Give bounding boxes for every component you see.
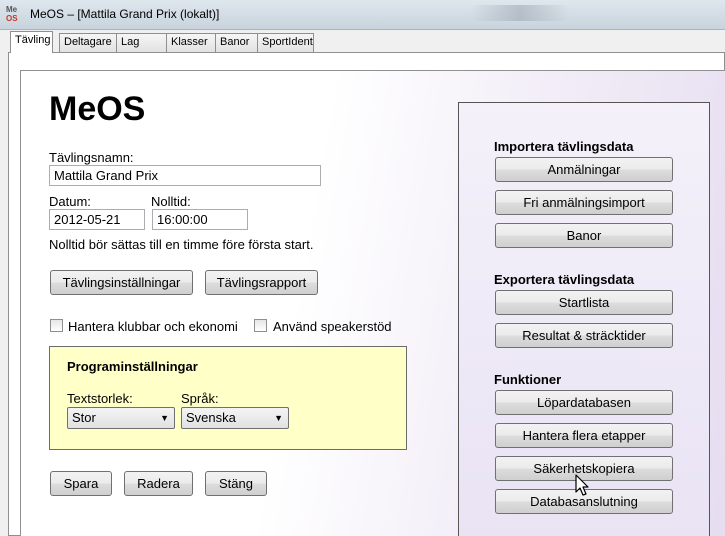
export-heading: Exportera tävlingsdata	[494, 272, 635, 287]
zero-time-input[interactable]: 16:00:00	[152, 209, 248, 230]
competition-report-button[interactable]: Tävlingsrapport	[205, 270, 318, 295]
competition-settings-button[interactable]: Tävlingsinställningar	[50, 270, 193, 295]
clubs-economy-checkbox[interactable]	[50, 319, 63, 332]
delete-button[interactable]: Radera	[124, 471, 193, 496]
date-label: Datum:	[49, 194, 91, 209]
tab-banor[interactable]: Banor	[215, 33, 258, 52]
competition-name-input[interactable]: Mattila Grand Prix	[49, 165, 321, 186]
tab-lag[interactable]: Lag	[116, 33, 167, 52]
language-select[interactable]: Svenska ▼	[181, 407, 289, 429]
speaker-checkbox[interactable]	[254, 319, 267, 332]
functions-heading: Funktioner	[494, 372, 562, 387]
title-bar: Me OS MeOS – [Mattila Grand Prix (lokalt…	[0, 0, 725, 30]
import-heading: Importera tävlingsdata	[494, 139, 634, 154]
app-icon-bottom: OS	[6, 14, 18, 23]
app-icon-top: Me	[6, 5, 18, 14]
program-settings-heading: Programinställningar	[67, 359, 198, 374]
close-button[interactable]: Stäng	[205, 471, 267, 496]
tab-deltagare[interactable]: Deltagare	[59, 33, 117, 52]
tab-sportident[interactable]: SportIdent	[257, 33, 314, 52]
blurred-titlebar-area	[470, 5, 570, 21]
save-button[interactable]: Spara	[50, 471, 112, 496]
manage-stages-button[interactable]: Hantera flera etapper	[495, 423, 673, 448]
clubs-economy-label: Hantera klubbar och ekonomi	[68, 319, 238, 334]
text-size-select[interactable]: Stor ▼	[67, 407, 175, 429]
import-entries-button[interactable]: Anmälningar	[495, 157, 673, 182]
zero-time-hint: Nolltid bör sättas till en timme före fö…	[49, 237, 314, 252]
mouse-cursor-icon	[575, 474, 589, 496]
speaker-label: Använd speakerstöd	[273, 319, 392, 334]
date-input[interactable]: 2012-05-21	[49, 209, 145, 230]
meos-app-icon: Me OS	[6, 5, 26, 25]
window-title: MeOS – [Mattila Grand Prix (lokalt)]	[30, 7, 220, 21]
language-value: Svenska	[186, 410, 236, 425]
import-courses-button[interactable]: Banor	[495, 223, 673, 248]
startlist-button[interactable]: Startlista	[495, 290, 673, 315]
language-label: Språk:	[181, 391, 219, 406]
tab-klasser[interactable]: Klasser	[166, 33, 216, 52]
page-title: MeOS	[49, 90, 146, 128]
zero-time-label: Nolltid:	[151, 194, 191, 209]
free-entry-import-button[interactable]: Fri anmälningsimport	[495, 190, 673, 215]
runner-database-button[interactable]: Löpardatabasen	[495, 390, 673, 415]
tab-tavling[interactable]: Tävling	[10, 31, 53, 53]
text-size-value: Stor	[72, 410, 96, 425]
text-size-label: Textstorlek:	[67, 391, 133, 406]
chevron-down-icon: ▼	[160, 413, 169, 423]
competition-name-label: Tävlingsnamn:	[49, 150, 134, 165]
chevron-down-icon: ▼	[274, 413, 283, 423]
results-splits-button[interactable]: Resultat & sträcktider	[495, 323, 673, 348]
